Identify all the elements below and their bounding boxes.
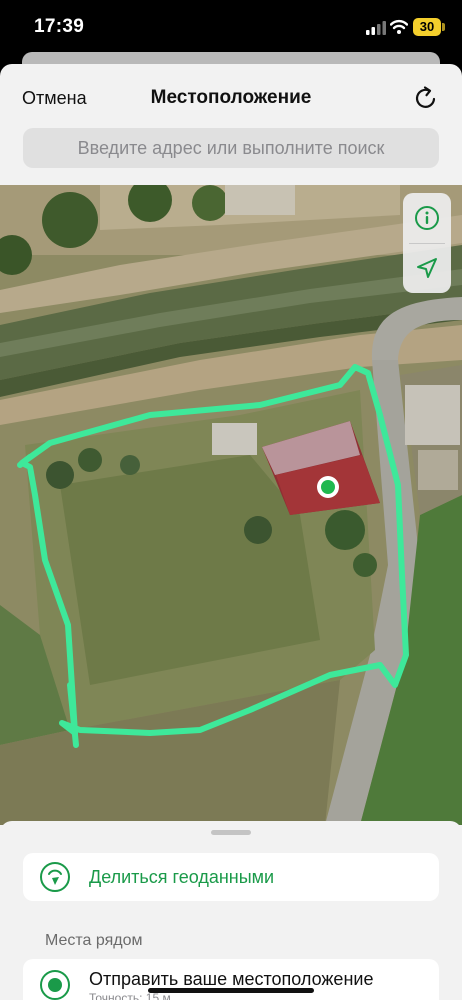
sheet-grabber[interactable] xyxy=(211,830,251,835)
navigation-bar: Отмена Местоположение xyxy=(0,64,462,128)
battery-tip xyxy=(442,23,445,31)
share-location-icon xyxy=(40,862,70,892)
status-bar: 17:39 30 xyxy=(0,0,462,56)
location-card: Отмена Местоположение Введите адрес или … xyxy=(0,64,462,1000)
refresh-icon[interactable] xyxy=(412,84,440,112)
nearby-places-title: Места рядом xyxy=(45,932,143,949)
info-icon xyxy=(415,206,439,230)
current-location-icon xyxy=(40,970,70,1000)
home-indicator[interactable] xyxy=(148,988,314,993)
search-input[interactable] xyxy=(23,128,439,168)
cancel-button[interactable]: Отмена xyxy=(22,88,87,109)
share-location-label: Делиться геоданными xyxy=(89,867,275,887)
bottom-sheet: Делиться геоданными Места рядом Отправит… xyxy=(0,821,462,1000)
info-button[interactable] xyxy=(403,193,451,243)
share-location-button[interactable]: Делиться геоданными xyxy=(23,853,439,901)
satellite-map[interactable] xyxy=(0,185,462,825)
send-location-label: Отправить ваше местоположение xyxy=(89,969,374,989)
current-location-button[interactable] xyxy=(403,243,451,293)
map-controls xyxy=(403,193,451,293)
status-time: 17:39 xyxy=(34,16,85,37)
cellular-signal-icon xyxy=(366,21,386,35)
wifi-icon xyxy=(390,19,408,34)
battery-icon: 30 xyxy=(413,18,441,36)
location-arrow-icon xyxy=(417,258,437,278)
screen: 17:39 30 Отмена Местоположение Введите а… xyxy=(0,0,462,1000)
send-location-button[interactable]: Отправить ваше местоположение Точность: … xyxy=(23,959,439,1000)
